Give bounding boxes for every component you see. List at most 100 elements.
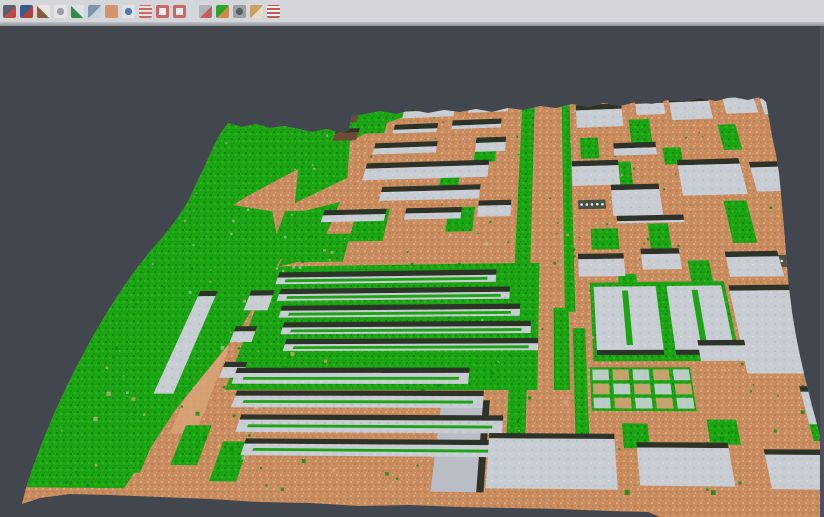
building-shadow-edge [489, 433, 615, 439]
greenhouse-stripe [243, 377, 459, 380]
point-speckle [458, 263, 461, 266]
plot-cell [612, 369, 629, 380]
building-roof [726, 256, 784, 277]
point-speckle [441, 204, 443, 206]
building-roof [678, 164, 748, 196]
point-speckle [573, 255, 576, 258]
ground-tool-icon[interactable] [105, 5, 118, 18]
point-speckle [478, 233, 480, 235]
point-speckle [449, 234, 451, 236]
point-speckle [517, 100, 518, 101]
point-speckle [123, 375, 124, 376]
point-speckle [233, 415, 236, 418]
building-shadow-edge [697, 340, 745, 346]
point-speckle [275, 106, 276, 107]
point-speckle [643, 243, 645, 245]
point-speckle [282, 270, 284, 272]
point-speckle [65, 481, 69, 485]
window-right-edge [820, 26, 824, 517]
plot-cell [675, 384, 693, 395]
point-speckle [119, 350, 120, 351]
point-speckle [625, 490, 630, 495]
plot-cell [633, 369, 650, 380]
point-speckle [237, 182, 238, 183]
building-shadow-edge [636, 442, 728, 448]
point-speckle [425, 139, 426, 140]
building-shadow-edge [234, 326, 257, 331]
point-speckle [518, 154, 520, 156]
flag-tool-icon[interactable] [267, 5, 280, 18]
building-roof [635, 103, 665, 115]
point-speckle [93, 417, 97, 421]
point-speckle [364, 105, 365, 106]
profile-tool-icon[interactable] [88, 5, 101, 18]
vegetation-patch [648, 223, 672, 248]
sphere-tool-icon[interactable] [122, 5, 135, 18]
plot-cell [614, 398, 632, 409]
point-speckle [206, 236, 207, 237]
3d-viewport[interactable] [0, 26, 824, 517]
point-speckle [750, 390, 752, 392]
vegetation-patch [688, 260, 713, 281]
building-roof [486, 438, 618, 489]
point-speckle [564, 103, 566, 105]
circle-select-icon[interactable] [156, 5, 169, 18]
points-tool-icon[interactable] [54, 5, 67, 18]
vegetation-patch [707, 420, 742, 445]
vegetation-tool-icon[interactable] [71, 5, 84, 18]
point-speckle [672, 87, 673, 88]
point-speckle [477, 108, 478, 109]
point-speckle [323, 240, 324, 241]
point-speckle [559, 149, 560, 150]
point-speckle [737, 84, 738, 85]
point-speckle [556, 233, 557, 234]
point-speckle [801, 410, 805, 414]
point-speckle [790, 180, 792, 182]
point-speckle [685, 137, 687, 139]
plot-cell [635, 398, 653, 409]
point-speckle [627, 380, 629, 382]
vegetation-patch [732, 72, 766, 95]
vegetation-patch [591, 228, 620, 249]
crop-tool-icon[interactable] [199, 5, 212, 18]
point-speckle [78, 369, 80, 371]
layers-tool-icon[interactable] [139, 5, 152, 18]
building-roof [327, 112, 359, 123]
point-speckle [746, 225, 748, 227]
point-speckle [332, 335, 334, 337]
point-speckle [139, 278, 141, 280]
building-shadow-edge [249, 290, 274, 295]
point-speckle [396, 478, 398, 480]
point-speckle [573, 249, 576, 252]
cut-tool-icon[interactable] [250, 5, 263, 18]
point-speckle [494, 379, 497, 382]
plot-cell [634, 384, 652, 395]
rect-select-icon[interactable] [173, 5, 186, 18]
building-roof [698, 345, 748, 361]
building-roof [475, 142, 506, 152]
point-speckle [294, 169, 296, 171]
point-speckle [281, 488, 284, 491]
vegetation-patch [459, 85, 489, 103]
plot-cell [613, 384, 630, 395]
point-speckle [295, 128, 296, 129]
roof-dots [787, 260, 790, 263]
classes-tool-icon[interactable] [216, 5, 229, 18]
point-speckle [232, 220, 235, 223]
vegetation-patch [586, 79, 615, 101]
point-speckle [230, 102, 231, 103]
point-speckle [303, 115, 304, 116]
register-tool-icon[interactable] [20, 5, 33, 18]
point-speckle [489, 219, 491, 221]
building-shadow-edge [331, 108, 360, 113]
point-speckle [303, 162, 305, 164]
point-speckle [410, 94, 411, 95]
camera-tool-icon[interactable] [233, 5, 246, 18]
building-roof [614, 147, 657, 155]
point-speckle [557, 222, 559, 224]
terrain-tool-icon[interactable] [37, 5, 50, 18]
point-speckle [190, 267, 193, 270]
point-speckle [528, 396, 531, 399]
select-tool-icon[interactable] [3, 5, 16, 18]
plot-cell [654, 384, 672, 395]
